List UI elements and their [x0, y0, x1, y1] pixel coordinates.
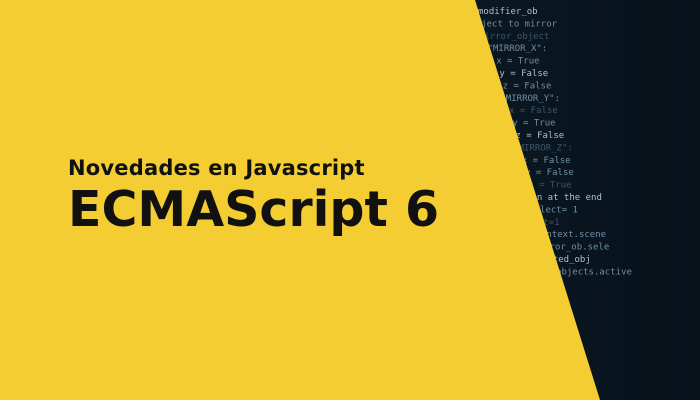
- title: ECMAScript 6: [68, 181, 440, 238]
- banner: modifier_ob ject to mirror irror_object "MI…: [0, 0, 700, 400]
- subtitle: Novedades en Javascript: [68, 156, 365, 180]
- text-block: Novedades en Javascript ECMAScript 6: [68, 154, 439, 238]
